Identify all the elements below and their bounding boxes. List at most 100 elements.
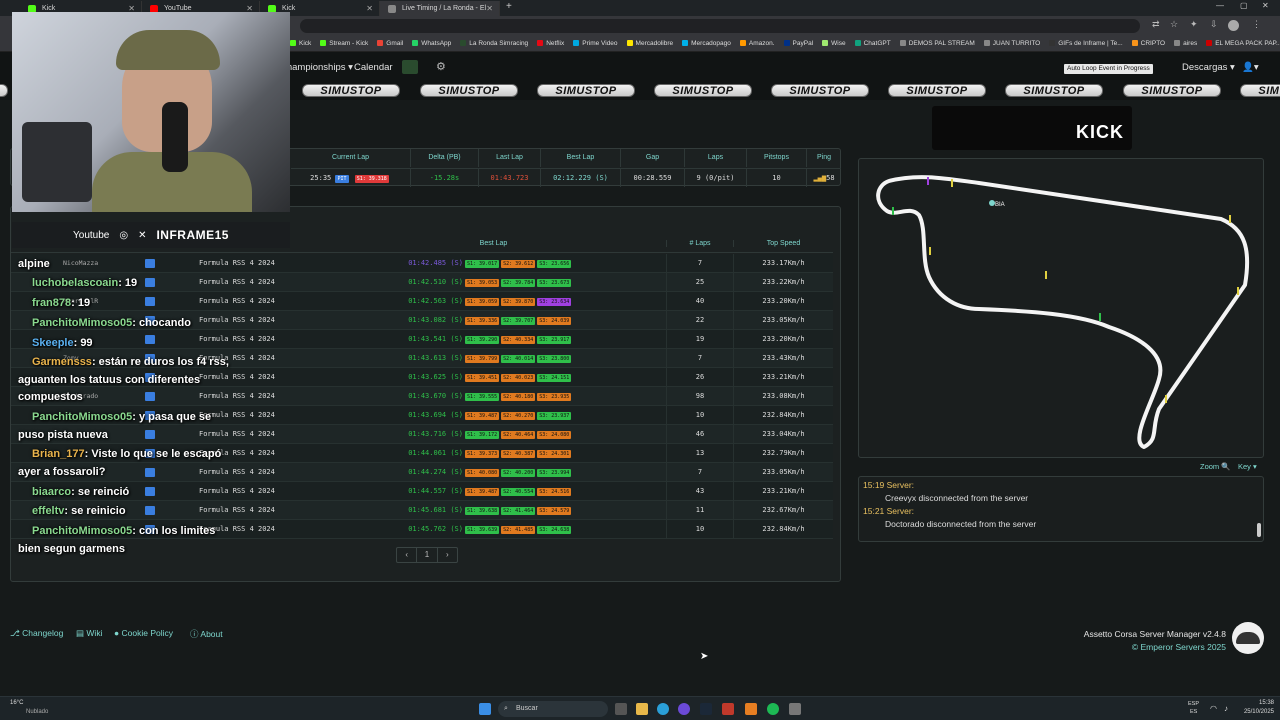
summary-row[interactable]: 25:35 PIT S1: 39.318 -15.28s 01:43.723 0… [291,168,841,187]
gear-icon[interactable]: ⚙ [436,60,446,73]
bookmark-item[interactable]: CRIPTO [1131,36,1165,51]
changelog-link[interactable]: ⎇ Changelog [10,628,63,639]
bookmark-item[interactable]: Gmail [377,36,403,51]
bookmark-favicon-icon [1206,40,1213,46]
close-icon[interactable]: ✕ [486,1,493,16]
chat-username[interactable]: Garmensss [32,356,92,368]
extensions-icon[interactable]: ✦ [1190,19,1198,30]
bookmark-item[interactable]: GIFs de Inframe | Te... [1049,36,1123,51]
chat-username[interactable]: Brian_177 [32,448,85,460]
minimize-button[interactable]: — [1216,1,1224,10]
steam-icon[interactable] [700,703,712,715]
table-row[interactable]: Amaro.olR Formula RSS 4 2024 01:42.563 (S)… [11,292,833,311]
simustop-logo: SIMUSTOP [0,84,8,97]
zoom-button[interactable]: Zoom 🔍 [1200,462,1231,471]
discord-icon[interactable] [678,703,690,715]
table-row[interactable]: Formula RSS 4 2024 01:45.681 (S) S1: 39.63… [11,501,833,520]
streamer-handle: INFRAME15 [156,228,229,242]
twitter-icon: ✕ [138,229,147,241]
bookmark-item[interactable]: Stream - Kick [320,36,368,51]
close-icon[interactable]: ✕ [366,1,373,16]
profile-avatar[interactable] [1228,20,1239,31]
bookmark-item[interactable]: Mercadopago [682,36,731,51]
taskbar-search[interactable]: ⌕ Buscar [498,701,608,717]
app-icon[interactable] [745,703,757,715]
chat-username[interactable]: PanchitoMimoso05 [32,525,132,537]
bookmark-item[interactable]: Mercadolibre [626,36,673,51]
star-icon[interactable]: ☆ [1170,19,1178,30]
table-row[interactable]: Formula RSS 4 2024 01:44.557 (S) S1: 39.48… [11,482,833,501]
bookmark-item[interactable]: DEMOS PAL STREAM [899,36,975,51]
table-row[interactable]: Formula RSS 4 2024 01:44.274 (S) S1: 40.08… [11,463,833,482]
bookmark-item[interactable]: Prime Video [573,36,618,51]
translate-icon[interactable]: ⇄ [1152,19,1160,30]
la-ronda-logo[interactable] [402,60,418,74]
chat-username[interactable]: PanchitoMimoso05 [32,411,132,423]
close-window-button[interactable]: ✕ [1262,1,1269,10]
clock-time[interactable]: 15:38 [1240,700,1274,706]
maximize-button[interactable]: ▢ [1240,1,1248,10]
top-speed: 233.21Km/h [733,368,833,387]
laps-count: 46 [666,425,733,444]
pagination-page[interactable]: 1 [417,548,438,562]
language-label[interactable]: ESP [1188,701,1199,707]
file-explorer-icon[interactable] [636,703,648,715]
wiki-link[interactable]: ▤ Wiki [76,628,102,639]
volume-icon[interactable]: ♪ [1224,704,1228,713]
nav-downloads[interactable]: Descargas ▾ [1182,62,1235,73]
menu-icon[interactable]: ⋮ [1252,19,1261,30]
chat-username[interactable]: biaarco [32,486,71,498]
wifi-icon[interactable]: ◠ [1210,704,1217,713]
chat-text: compuestos [18,391,83,403]
pagination-prev[interactable]: ‹ [397,548,418,562]
weather-temp[interactable]: 16°C [10,700,23,706]
best-lap-time: 01:42.510 (S) [408,278,463,286]
table-row[interactable]: Doctorado Formula RSS 4 2024 01:43.670 (S)… [11,387,833,406]
table-row[interactable]: Formula RSS 4 2024 01:43.716 (S) S1: 39.17… [11,425,833,444]
chat-text: puso pista nueva [18,429,108,441]
chat-username[interactable]: Skeeple [32,337,74,349]
user-menu-icon[interactable]: 👤▾ [1242,62,1259,73]
app-icon[interactable] [722,703,734,715]
bookmark-label: JUAN TURRITO [992,40,1041,47]
new-tab-button[interactable]: + [506,1,512,12]
windows-start-icon[interactable] [479,703,491,715]
bookmark-item[interactable]: EL MEGA PACK PAP... [1206,36,1280,51]
about-link[interactable]: ⓘ About [190,628,223,640]
footer-copyright[interactable]: © Emperor Servers 2025 [1068,642,1226,652]
nav-championships[interactable]: Championships ▾ [280,62,353,73]
cookie-policy-link[interactable]: ● Cookie Policy [114,628,173,638]
edge-icon[interactable] [657,703,669,715]
bookmark-item[interactable]: JUAN TURRITO [983,36,1041,51]
downloads-icon[interactable]: ⇩ [1210,19,1218,30]
sector-times: S1: 39.639 S2: 41.485 S3: 24.638 [465,520,585,539]
address-bar[interactable] [300,19,1140,33]
key-button[interactable]: Key ▾ [1238,462,1257,471]
bookmark-favicon-icon [573,40,580,46]
bookmark-item[interactable]: PayPal [783,36,813,51]
chat-username[interactable]: effeltv [32,505,64,517]
table-row[interactable]: Formula RSS 4 2024 01:43.541 (S) S1: 39.29… [11,330,833,349]
spotify-icon[interactable] [767,703,779,715]
nav-calendar[interactable]: Calendar [354,62,393,73]
bookmark-item[interactable]: Wise [822,36,846,51]
chat-username[interactable]: PanchitoMimoso05 [32,317,132,329]
chat-username[interactable]: fran878 [32,297,71,309]
sector-times: S1: 39.799 S2: 40.014 S3: 23.800 [465,349,585,368]
app-icon[interactable] [789,703,801,715]
bookmark-item[interactable]: Netflix [537,36,564,51]
table-row[interactable]: NicoMazza Formula RSS 4 2024 01:42.485 (S)… [11,254,833,273]
bookmark-item[interactable]: La Ronda Simracing [460,36,528,51]
pagination-next[interactable]: › [438,548,457,562]
task-view-icon[interactable] [615,703,627,715]
bookmark-item[interactable]: Kick [290,36,311,51]
best-lap-time: 01:44.557 (S) [408,487,463,495]
bookmark-item[interactable]: Amazon. [739,36,775,51]
bookmark-item[interactable]: aires [1174,36,1197,51]
best-lap-time: 01:44.274 (S) [408,468,463,476]
browser-tab-active[interactable]: Live Timing / La Ronda - El Instit…✕ [380,1,500,27]
bookmark-item[interactable]: ChatGPT [854,36,891,51]
chat-username[interactable]: luchobelascoain [32,277,118,289]
bookmark-item[interactable]: WhatsApp [412,36,451,51]
log-scrollbar[interactable] [1257,523,1261,537]
